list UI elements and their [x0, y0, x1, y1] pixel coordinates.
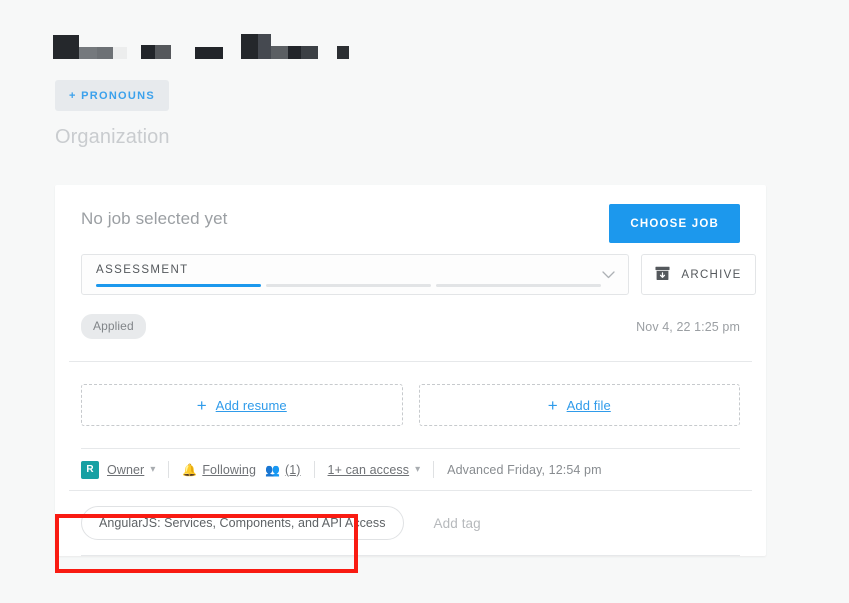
- stage-row: ASSESSMENT ARCHIVE: [81, 254, 756, 295]
- add-resume-dropzone[interactable]: + Add resume: [81, 384, 403, 426]
- bell-icon: 🔔: [182, 462, 198, 477]
- chevron-down-icon: [602, 266, 615, 284]
- meta-separator: [168, 461, 170, 478]
- redaction-block: [79, 47, 97, 59]
- progress-segment: [96, 284, 261, 287]
- attachments-section: + Add resume + Add file R Owner ▾ 🔔 Foll…: [55, 362, 766, 490]
- bottom-divider: [81, 555, 740, 556]
- status-row: Applied Nov 4, 22 1:25 pm: [81, 314, 740, 339]
- advanced-timestamp: Advanced Friday, 12:54 pm: [447, 462, 602, 477]
- redaction-block: [258, 34, 271, 59]
- organization-label: Organization: [55, 126, 170, 148]
- plus-icon: +: [196, 395, 207, 415]
- redaction-block: [155, 45, 171, 59]
- choose-job-button[interactable]: CHOOSE JOB: [609, 204, 740, 243]
- progress-segment: [266, 284, 431, 287]
- status-badge: Applied: [81, 314, 146, 339]
- candidate-detail-card: No job selected yet CHOOSE JOB ASSESSMEN…: [55, 185, 766, 556]
- stage-selector[interactable]: ASSESSMENT: [81, 254, 629, 295]
- archive-label: ARCHIVE: [681, 268, 742, 281]
- redaction-block: [271, 46, 288, 59]
- add-tag-input[interactable]: Add tag: [434, 516, 481, 531]
- meta-separator: [313, 461, 315, 478]
- people-count-link[interactable]: (1): [285, 463, 301, 477]
- candidate-name-redacted: [53, 27, 349, 59]
- tag-chip[interactable]: AngularJS: Services, Components, and API…: [81, 506, 404, 540]
- redaction-block: [113, 47, 127, 59]
- avatar: R: [81, 460, 99, 479]
- archive-box-icon: [655, 266, 670, 284]
- tags-section: AngularJS: Services, Components, and API…: [55, 491, 766, 556]
- progress-segment: [436, 284, 601, 287]
- add-resume-link[interactable]: Add resume: [216, 398, 287, 413]
- redaction-block: [288, 46, 301, 59]
- attachment-dropzones: + Add resume + Add file: [81, 384, 740, 426]
- add-file-link[interactable]: Add file: [567, 398, 611, 413]
- redaction-block: [241, 34, 258, 59]
- redaction-block: [141, 45, 155, 59]
- add-pronouns-button[interactable]: + PRONOUNS: [55, 80, 170, 111]
- tag-row: AngularJS: Services, Components, and API…: [81, 491, 740, 555]
- chevron-down-icon[interactable]: ▾: [415, 464, 420, 475]
- archive-button[interactable]: ARCHIVE: [641, 254, 756, 295]
- meta-separator: [433, 461, 435, 478]
- redaction-block: [53, 35, 79, 59]
- redaction-block: [97, 47, 113, 59]
- job-section: No job selected yet CHOOSE JOB ASSESSMEN…: [55, 185, 766, 361]
- stage-progress-bar: [96, 284, 601, 287]
- people-icon: 👥: [265, 462, 280, 477]
- following-link[interactable]: Following: [202, 463, 256, 477]
- chevron-down-icon[interactable]: ▾: [150, 464, 155, 475]
- add-file-dropzone[interactable]: + Add file: [418, 384, 740, 426]
- access-link[interactable]: 1+ can access: [328, 463, 410, 477]
- redaction-block: [195, 47, 223, 59]
- applied-timestamp: Nov 4, 22 1:25 pm: [636, 319, 740, 334]
- ownership-meta-row: R Owner ▾ 🔔 Following 👥 (1) 1+ can acces…: [81, 449, 740, 490]
- candidate-profile-page: + PRONOUNS Organization No job selected …: [0, 0, 849, 603]
- plus-icon: +: [547, 395, 558, 415]
- owner-link[interactable]: Owner: [107, 463, 144, 477]
- redaction-block: [301, 46, 318, 59]
- stage-label: ASSESSMENT: [96, 264, 189, 276]
- redaction-block: [337, 46, 349, 59]
